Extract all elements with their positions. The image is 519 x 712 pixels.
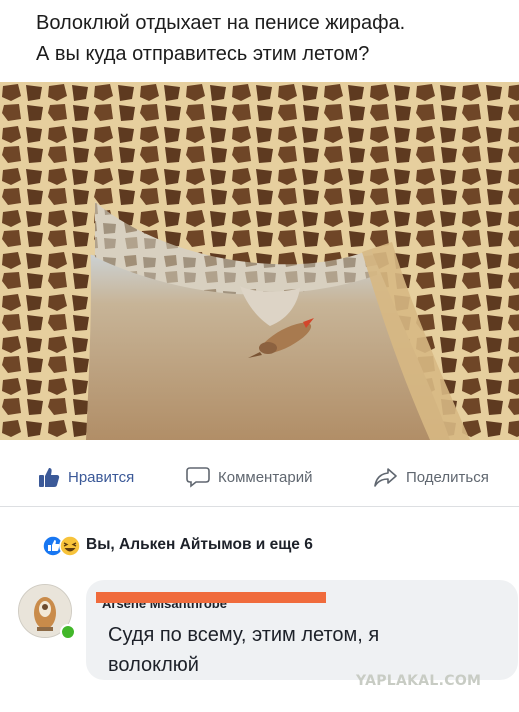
comment-text: Судя по всему, этим летом, я волоклюй <box>108 620 379 680</box>
reactions-text[interactable]: Вы, Алькен Айтымов и еще 6 <box>86 536 313 554</box>
reactions-summary[interactable]: Вы, Алькен Айтымов и еще 6 <box>0 530 519 562</box>
speech-bubble-icon <box>186 467 210 488</box>
comment-button[interactable]: Комментарий <box>186 466 312 488</box>
giraffe-photo <box>0 82 519 440</box>
post-action-bar: Нравится Комментарий Поделиться <box>0 446 519 507</box>
online-status-dot <box>60 624 76 640</box>
comment-text-line-2: волоклюй <box>108 654 199 676</box>
comment-text-line-1: Судя по всему, этим летом, я <box>108 624 380 646</box>
comment-author[interactable]: Arsene Misanthrope <box>96 592 326 608</box>
thumbs-up-icon <box>39 468 60 487</box>
redaction-bar <box>96 592 326 603</box>
share-arrow-icon <box>374 468 397 487</box>
share-button[interactable]: Поделиться <box>374 466 489 488</box>
like-label: Нравится <box>68 468 135 486</box>
comment: Arsene Misanthrope Судя по всему, этим л… <box>0 578 519 688</box>
post-photo[interactable] <box>0 82 519 440</box>
comment-label: Комментарий <box>218 468 313 486</box>
haha-reaction-icon <box>59 535 81 557</box>
watermark: YAPLAKAL.COM <box>356 673 482 689</box>
caption-line-2: А вы куда отправитесь этим летом? <box>36 43 370 65</box>
comment-bubble[interactable]: Arsene Misanthrope Судя по всему, этим л… <box>86 580 518 680</box>
like-button[interactable]: Нравится <box>38 466 134 488</box>
post-caption: Волоклюй отдыхает на пенисе жирафа. А вы… <box>0 0 519 82</box>
share-label: Поделиться <box>406 468 489 486</box>
caption-line-1: Волоклюй отдыхает на пенисе жирафа. <box>36 12 406 34</box>
